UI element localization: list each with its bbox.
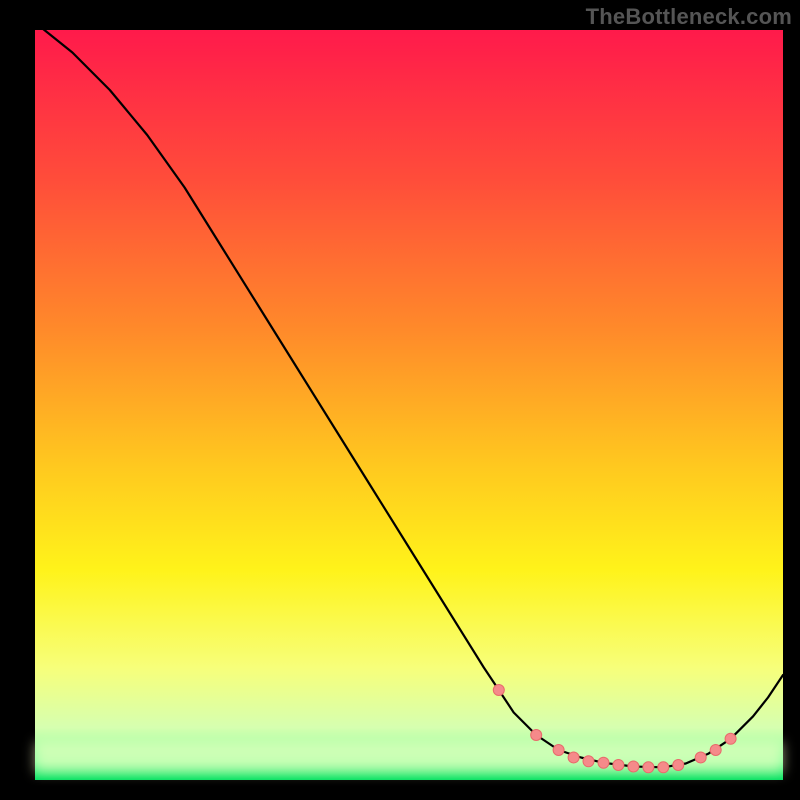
glow-band bbox=[35, 743, 783, 773]
marker-point bbox=[725, 733, 736, 744]
marker-point bbox=[710, 745, 721, 756]
marker-point bbox=[613, 760, 624, 771]
marker-point bbox=[673, 760, 684, 771]
marker-point bbox=[553, 745, 564, 756]
marker-point bbox=[568, 752, 579, 763]
marker-point bbox=[598, 757, 609, 768]
marker-point bbox=[628, 761, 639, 772]
marker-point bbox=[493, 685, 504, 696]
marker-point bbox=[583, 756, 594, 767]
chart-plot bbox=[0, 0, 800, 800]
watermark: TheBottleneck.com bbox=[586, 4, 792, 30]
plot-background bbox=[35, 30, 783, 780]
marker-point bbox=[695, 752, 706, 763]
marker-point bbox=[643, 762, 654, 773]
marker-point bbox=[658, 762, 669, 773]
marker-point bbox=[531, 730, 542, 741]
chart-container: TheBottleneck.com bbox=[0, 0, 800, 800]
